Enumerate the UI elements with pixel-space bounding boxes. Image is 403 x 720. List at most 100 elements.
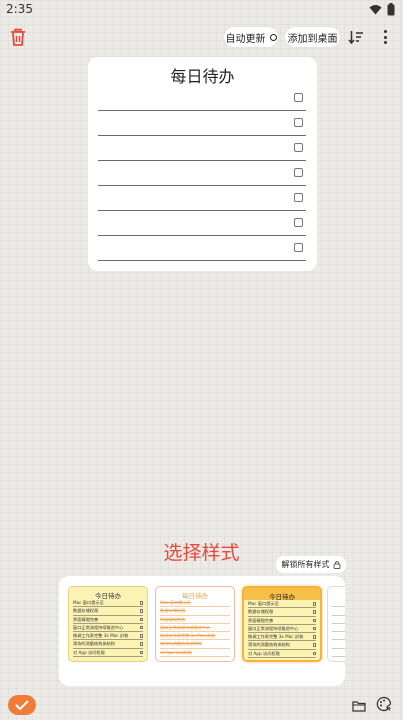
mini-row: 窗口正常流程持续推进中心 [248,625,316,634]
mini-row: 数据存储权限 [160,607,230,616]
mini-check [312,610,316,614]
todo-title: 每日待办 [170,67,235,86]
more-options-button[interactable] [380,28,390,46]
mini-check [139,617,143,622]
mini-check [139,601,143,605]
mini-row: 微调工作表完整 3x Mac 封装 [248,633,316,642]
mini-row: 窗口正常流程持续推进中心 [73,624,143,633]
status-time: 2:35 [6,2,33,16]
checkbox[interactable] [294,93,303,102]
todo-row[interactable] [98,186,306,211]
style-option-1[interactable]: 今日待办 Mac 窗口提示至 数据存储权限 界面精细完善 窗口正常流程持续推进中… [68,586,148,662]
mini-check [312,626,316,631]
mini-row: 界面精细完善 [73,616,143,624]
toggle-circle-icon [269,33,277,41]
mini-row: 微调工作表完整 3x Mac 封装 [160,632,230,641]
mini-text: Mac 窗口提示至 [160,600,191,605]
checkbox[interactable] [294,143,303,152]
mini-row: Mac 窗口提示至 [160,599,230,608]
mini-check [139,634,143,638]
mini-text: 界面精细完善 [160,616,186,622]
auto-update-toggle[interactable]: 自动更新 [224,27,278,47]
mini-row: 界面精细完善 [248,617,316,625]
mini-row [332,649,345,658]
mini-check [312,643,316,647]
mini-text: 窗口正常流程持续推进中心 [160,624,211,630]
style-option-4-partial[interactable] [327,586,345,662]
unlock-all-styles-button[interactable]: 解锁所有样式 [276,556,346,573]
unlock-all-label: 解锁所有样式 [281,560,330,569]
mini-text: 界面精细完善 [73,616,99,622]
mini-row: 界面精细完善 [160,616,230,624]
status-bar: 2:35 [0,0,403,18]
add-to-desktop-button[interactable]: 添加到桌面 [285,27,340,47]
mini-row: 对 App 访问权限 [248,650,316,659]
palette-icon [376,696,392,712]
style-card-title: 今日待办 [95,592,121,600]
theme-button[interactable] [376,696,392,712]
confirm-button[interactable] [8,695,36,715]
mini-text: 对 App 访问权限 [160,649,192,655]
checkbox[interactable] [294,193,303,202]
mini-row [332,624,345,633]
todo-row[interactable] [98,86,306,111]
mini-row [332,616,345,624]
more-dot [383,35,387,39]
style-option-3-selected[interactable]: 今日待办 Mac 窗口提示至 数据存储权限 界面精细完善 窗口正常流程持续推进中… [242,586,322,662]
sort-button[interactable] [348,29,364,45]
mini-text: 对 App 访问权限 [248,650,280,656]
mini-text: 界面精细完善 [248,617,274,623]
mini-check [139,642,143,646]
todo-row[interactable] [98,211,306,236]
mini-check [139,625,143,630]
mini-text: 窗口正常流程持续推进中心 [73,624,124,630]
mini-text: 滑块的测量结构体结构 [73,641,115,647]
auto-update-label: 自动更新 [225,33,266,45]
more-dot [383,41,387,44]
mini-text: 对 App 访问权限 [73,649,105,655]
mini-text: 微调工作表完整 3x Mac 封装 [248,634,304,640]
mini-check [312,602,316,606]
todo-widget-preview: 每日待办 [88,57,317,271]
mini-row: Mac 窗口提示至 [248,600,316,609]
checkbox[interactable] [294,243,303,252]
style-option-2[interactable]: 每日待办 Mac 窗口提示至 数据存储权限 界面精细完善 窗口正常流程持续推进中… [155,586,235,662]
mini-row: 滑块的测量结构体结构 [248,641,316,650]
style-panel: 今日待办 Mac 窗口提示至 数据存储权限 界面精细完善 窗口正常流程持续推进中… [59,576,345,686]
todo-row[interactable] [98,111,306,136]
checkbox[interactable] [294,218,303,227]
mini-row: 滑块的测量结构体结构 [73,640,143,649]
mini-text: 数据存储权限 [73,608,99,614]
delete-button[interactable] [9,28,27,48]
status-icons [369,3,395,16]
mini-check [139,650,143,655]
sort-icon [348,31,363,45]
mini-row [332,599,345,608]
todo-row[interactable] [98,136,306,161]
mini-text: Mac 窗口提示至 [73,600,104,605]
mini-text: 窗口正常流程持续推进中心 [248,625,299,631]
mini-row: 数据存储权限 [248,608,316,617]
trash-icon [11,28,25,46]
folder-button[interactable] [352,698,366,712]
mini-row: 微调工作表完整 3x Mac 封装 [73,632,143,641]
mini-check [312,651,316,656]
mini-check [139,609,143,613]
mini-row: 窗口正常流程持续推进中心 [160,624,230,633]
todo-row[interactable] [98,236,306,261]
mini-row: 数据存储权限 [73,607,143,616]
checkbox[interactable] [294,168,303,177]
mini-text: 微调工作表完整 3x Mac 封装 [160,633,216,639]
mini-text: Mac 窗口提示至 [248,601,279,606]
wifi-icon [369,5,382,15]
mini-check [312,635,316,639]
mini-text: 微调工作表完整 3x Mac 封装 [73,633,129,639]
todo-row[interactable] [98,161,306,186]
mini-row: Mac 窗口提示至 [73,599,143,608]
folder-icon [352,701,366,712]
mini-text: 数据存储权限 [160,608,186,614]
more-vertical-icon [383,30,387,33]
checkbox[interactable] [294,118,303,127]
check-icon [15,700,29,710]
mini-text: 滑块的测量结构体结构 [160,641,202,647]
